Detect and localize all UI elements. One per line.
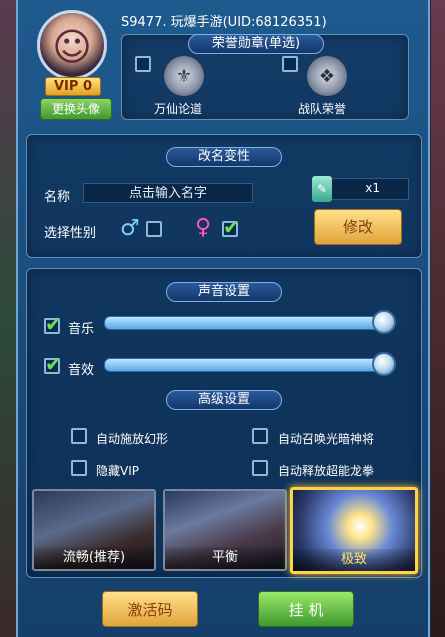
rename-card-icon: ✎ — [312, 176, 332, 202]
badge-label-1: 万仙论道 — [154, 102, 203, 116]
preset-smooth-label: 流畅(推荐) — [34, 547, 154, 569]
auto-transform-checkbox[interactable] — [71, 428, 87, 444]
rename-card-item: ✎ x1 — [312, 176, 409, 202]
badge-checkbox-1[interactable] — [135, 56, 151, 72]
badge-checkbox-2[interactable] — [282, 56, 298, 72]
auto-dragon-fist-checkbox[interactable] — [252, 460, 268, 476]
background-right-scene — [431, 0, 445, 637]
rename-title-text: 改名变性 — [197, 149, 250, 164]
avatar-portrait-icon: ☺ — [52, 25, 92, 70]
hide-vip-label: 隐藏VIP — [96, 464, 139, 478]
badge-label-2: 战队荣誉 — [298, 102, 347, 116]
music-slider[interactable] — [104, 316, 386, 330]
gender-label: 选择性别 — [44, 226, 97, 241]
advanced-title-text: 高级设置 — [197, 392, 250, 407]
name-label: 名称 — [44, 190, 71, 205]
modify-button[interactable]: 修改 — [314, 209, 402, 245]
server-name: S9477. 玩爆手游(UID:68126351) — [121, 15, 327, 30]
avatar[interactable]: ☺ — [37, 10, 107, 80]
male-icon: ♂ — [120, 216, 140, 241]
badge-title-text: 荣誉勋章(单选) — [211, 36, 301, 51]
activation-code-button[interactable]: 激活码 — [102, 591, 198, 627]
effects-slider[interactable] — [104, 358, 386, 372]
auto-dragon-fist-label: 自动释放超能龙拳 — [278, 464, 375, 478]
idle-button[interactable]: 挂 机 — [258, 591, 354, 627]
rename-title: 改名变性 — [166, 147, 282, 167]
auto-summon-label: 自动召唤光暗神将 — [278, 432, 375, 446]
badge-title: 荣誉勋章(单选) — [188, 34, 324, 54]
sound-title-text: 声音设置 — [197, 284, 250, 299]
effects-checkbox[interactable]: ✔ — [44, 352, 62, 376]
music-label: 音乐 — [68, 322, 95, 337]
male-checkbox[interactable] — [146, 221, 162, 237]
preset-smooth[interactable]: 流畅(推荐) — [32, 489, 156, 571]
effects-slider-knob[interactable] — [372, 352, 396, 376]
music-slider-knob[interactable] — [372, 310, 396, 334]
vip-badge: VIP 0 — [45, 77, 101, 96]
change-avatar-button[interactable]: 更换头像 — [40, 98, 112, 120]
settings-panel: ☺ VIP 0 更换头像 S9477. 玩爆手游(UID:68126351) 荣… — [16, 0, 430, 637]
team-honor-emblem-icon: ❖ — [307, 56, 347, 96]
female-icon: ♀ — [195, 215, 212, 240]
advanced-title: 高级设置 — [166, 390, 282, 410]
auto-summon-checkbox[interactable] — [252, 428, 268, 444]
name-input[interactable]: 点击输入名字 — [83, 183, 253, 203]
auto-transform-label: 自动施放幻形 — [96, 432, 169, 446]
preset-balanced[interactable]: 平衡 — [163, 489, 287, 571]
female-checkbox[interactable]: ✔ — [222, 215, 240, 239]
checkmark-icon: ✔ — [223, 215, 240, 239]
effects-label: 音效 — [68, 363, 95, 378]
preset-ultra-label: 极致 — [293, 549, 415, 571]
wanxian-emblem-icon: ⚜ — [164, 56, 204, 96]
rename-card-count: x1 — [365, 181, 380, 195]
preset-ultra[interactable]: 极致 — [290, 487, 418, 574]
sound-title: 声音设置 — [166, 282, 282, 302]
music-checkbox[interactable]: ✔ — [44, 312, 62, 336]
hide-vip-checkbox[interactable] — [71, 460, 87, 476]
checkmark-icon: ✔ — [45, 312, 62, 336]
checkmark-icon: ✔ — [45, 352, 62, 376]
preset-balanced-label: 平衡 — [165, 547, 285, 569]
